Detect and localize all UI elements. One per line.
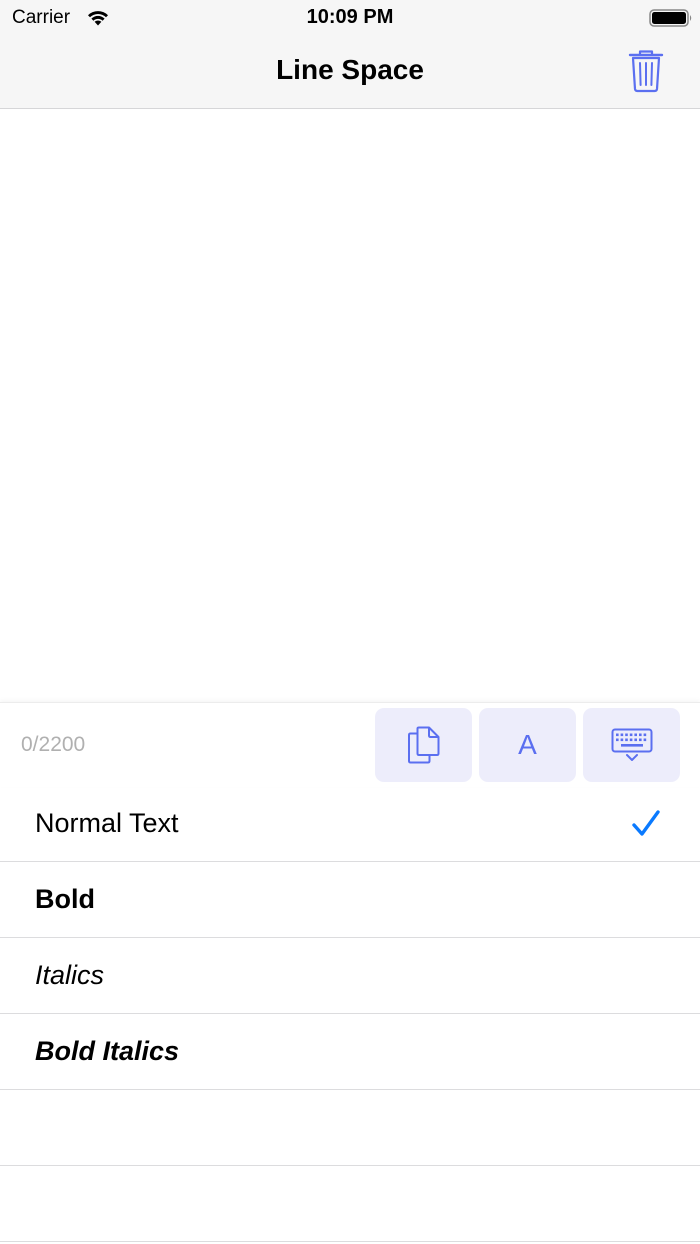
style-option-label: Bold [35,884,95,914]
clock: 10:09 PM [306,6,394,28]
copy-button[interactable] [375,708,472,782]
editor-toolbar: 0/2200 A [0,702,700,787]
copy-icon [407,726,439,764]
text-style-list: Normal Text Bold Italics Bold Italics [0,786,700,1242]
style-option-italics[interactable]: Italics [0,938,700,1014]
status-bar: Carrier 10:09 PM [0,0,700,38]
style-option-label: Italics [35,960,105,990]
page-title: Line Space [276,54,424,85]
battery-icon [649,9,692,27]
text-editor[interactable] [0,109,700,702]
style-option-bold-italics[interactable]: Bold Italics [0,1014,700,1090]
style-option-bold[interactable]: Bold [0,862,700,938]
checkmark-icon [632,810,660,836]
empty-row [0,1090,700,1166]
trash-icon [628,50,664,93]
style-option-label: Normal Text [35,808,179,838]
character-count: 0/2200 [21,733,86,756]
style-option-normal[interactable]: Normal Text [0,786,700,862]
style-option-label: Bold Italics [35,1036,180,1066]
empty-row [0,1166,700,1242]
navigation-bar: Line Space [0,38,700,109]
font-letter-icon: A [518,729,537,760]
keyboard-button[interactable] [583,708,680,782]
keyboard-icon [611,728,652,761]
font-style-button[interactable]: A [479,708,576,782]
delete-button[interactable] [622,46,670,96]
